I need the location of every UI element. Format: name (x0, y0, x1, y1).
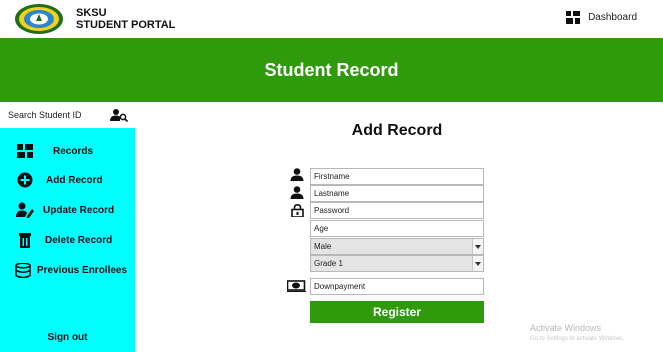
user-icon (289, 185, 305, 199)
user-icon (289, 167, 305, 181)
dashboard-label: Dashboard (588, 12, 637, 23)
dashboard-link[interactable]: Dashboard (566, 11, 637, 24)
sidebar-item-add-record[interactable]: Add Record (0, 167, 135, 193)
grade-select-value: Grade 1 (314, 259, 343, 268)
dashboard-grid-icon (16, 143, 34, 159)
page-title: Student Record (264, 59, 399, 80)
sidebar-item-update-record[interactable]: Update Record (0, 197, 135, 223)
sidebar-item-label: Delete Record (45, 234, 113, 246)
sidebar-item-label: Add Record (46, 174, 103, 186)
dashboard-grid-icon (566, 11, 581, 24)
lastname-field[interactable] (310, 185, 484, 202)
student-portal-window: SKSU STUDENT PORTAL Dashboard Student Re… (0, 0, 663, 352)
plus-circle-icon (16, 172, 34, 188)
register-button[interactable]: Register (310, 301, 484, 323)
sidebar-item-label: Records (53, 145, 94, 157)
downpayment-field[interactable] (310, 278, 484, 295)
edit-user-icon (16, 202, 34, 218)
search-student-button[interactable] (104, 104, 134, 126)
sidebar-item-label: Previous Enrollees (37, 264, 128, 276)
gender-select-value: Male (314, 242, 332, 251)
dropdown-arrow-icon (472, 256, 483, 271)
activate-windows-watermark: Activate Windows (530, 323, 602, 333)
brand-line-portal: STUDENT PORTAL (76, 19, 176, 31)
grade-select[interactable]: Grade 1 (310, 255, 484, 272)
school-seal-logo-icon (15, 4, 63, 34)
lock-icon (289, 203, 305, 217)
top-bar: SKSU STUDENT PORTAL Dashboard (0, 0, 663, 38)
brand-line-school: SKSU (76, 7, 107, 19)
brand-name: SKSU STUDENT PORTAL (76, 7, 175, 31)
password-field[interactable] (310, 202, 484, 219)
user-search-icon (110, 109, 128, 122)
age-field[interactable] (310, 220, 484, 237)
gender-select[interactable]: Male (310, 238, 484, 255)
money-icon (286, 279, 308, 293)
firstname-field[interactable] (310, 168, 484, 185)
database-icon (14, 262, 32, 278)
sidebar-item-previous-enrollees[interactable]: Previous Enrollees (0, 257, 135, 283)
trash-icon (16, 232, 34, 248)
sign-out-button[interactable]: Sign out (0, 332, 135, 343)
activate-windows-hint: Go to Settings to activate Windows. (530, 336, 625, 342)
form-title: Add Record (351, 122, 443, 139)
dropdown-arrow-icon (472, 239, 483, 254)
sidebar-item-records[interactable]: Records (0, 138, 135, 164)
search-student-id-input[interactable] (0, 104, 104, 126)
page-header: Student Record (0, 38, 663, 102)
sidebar-item-delete-record[interactable]: Delete Record (0, 227, 135, 253)
sidebar-item-label: Update Record (43, 204, 115, 216)
sidebar: Records Add Record Update Record Delete … (0, 128, 135, 352)
